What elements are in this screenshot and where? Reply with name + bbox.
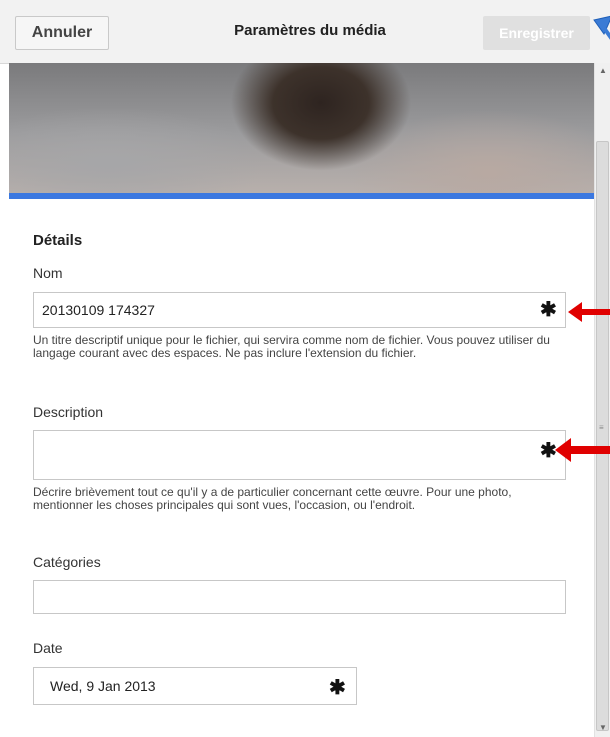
red-arrow-icon [555,438,610,462]
name-field[interactable]: 20130109 174327 ✱ [33,292,566,328]
scroll-up-arrow-icon[interactable]: ▲ [595,63,610,79]
date-field-value: Wed, 9 Jan 2013 [50,678,156,694]
description-label: Description [33,404,104,420]
name-help-text: Un titre descriptif unique pour le fichi… [33,333,550,360]
name-field-value: 20130109 174327 [42,302,155,318]
required-asterisk-icon: ✱ [329,677,346,699]
date-field[interactable]: Wed, 9 Jan 2013 ✱ [33,667,357,705]
save-button[interactable]: Enregistrer [483,16,590,50]
description-field[interactable]: ✱ [33,430,566,480]
blue-arrow-icon [593,15,610,40]
description-help-text: Décrire brièvement tout ce qu'il y a de … [33,485,512,512]
preview-accent-bar [9,193,594,199]
cancel-button[interactable]: Annuler [15,16,109,50]
details-heading: Détails [33,232,83,249]
red-arrow-icon [568,302,610,322]
required-asterisk-icon: ✱ [540,299,557,321]
thumb-grip-icon: ≡ [599,423,604,432]
scroll-down-arrow-icon[interactable]: ▼ [595,720,610,736]
media-preview-image [9,63,594,193]
vertical-scrollbar[interactable]: ▲ ≡ ▼ [594,63,610,737]
name-label: Nom [33,265,63,281]
date-label: Date [33,640,63,656]
categories-field[interactable] [33,580,566,614]
dialog-title: Paramètres du média [234,22,386,39]
categories-label: Catégories [33,554,101,570]
dialog-header: Annuler Paramètres du média Enregistrer [0,0,610,64]
